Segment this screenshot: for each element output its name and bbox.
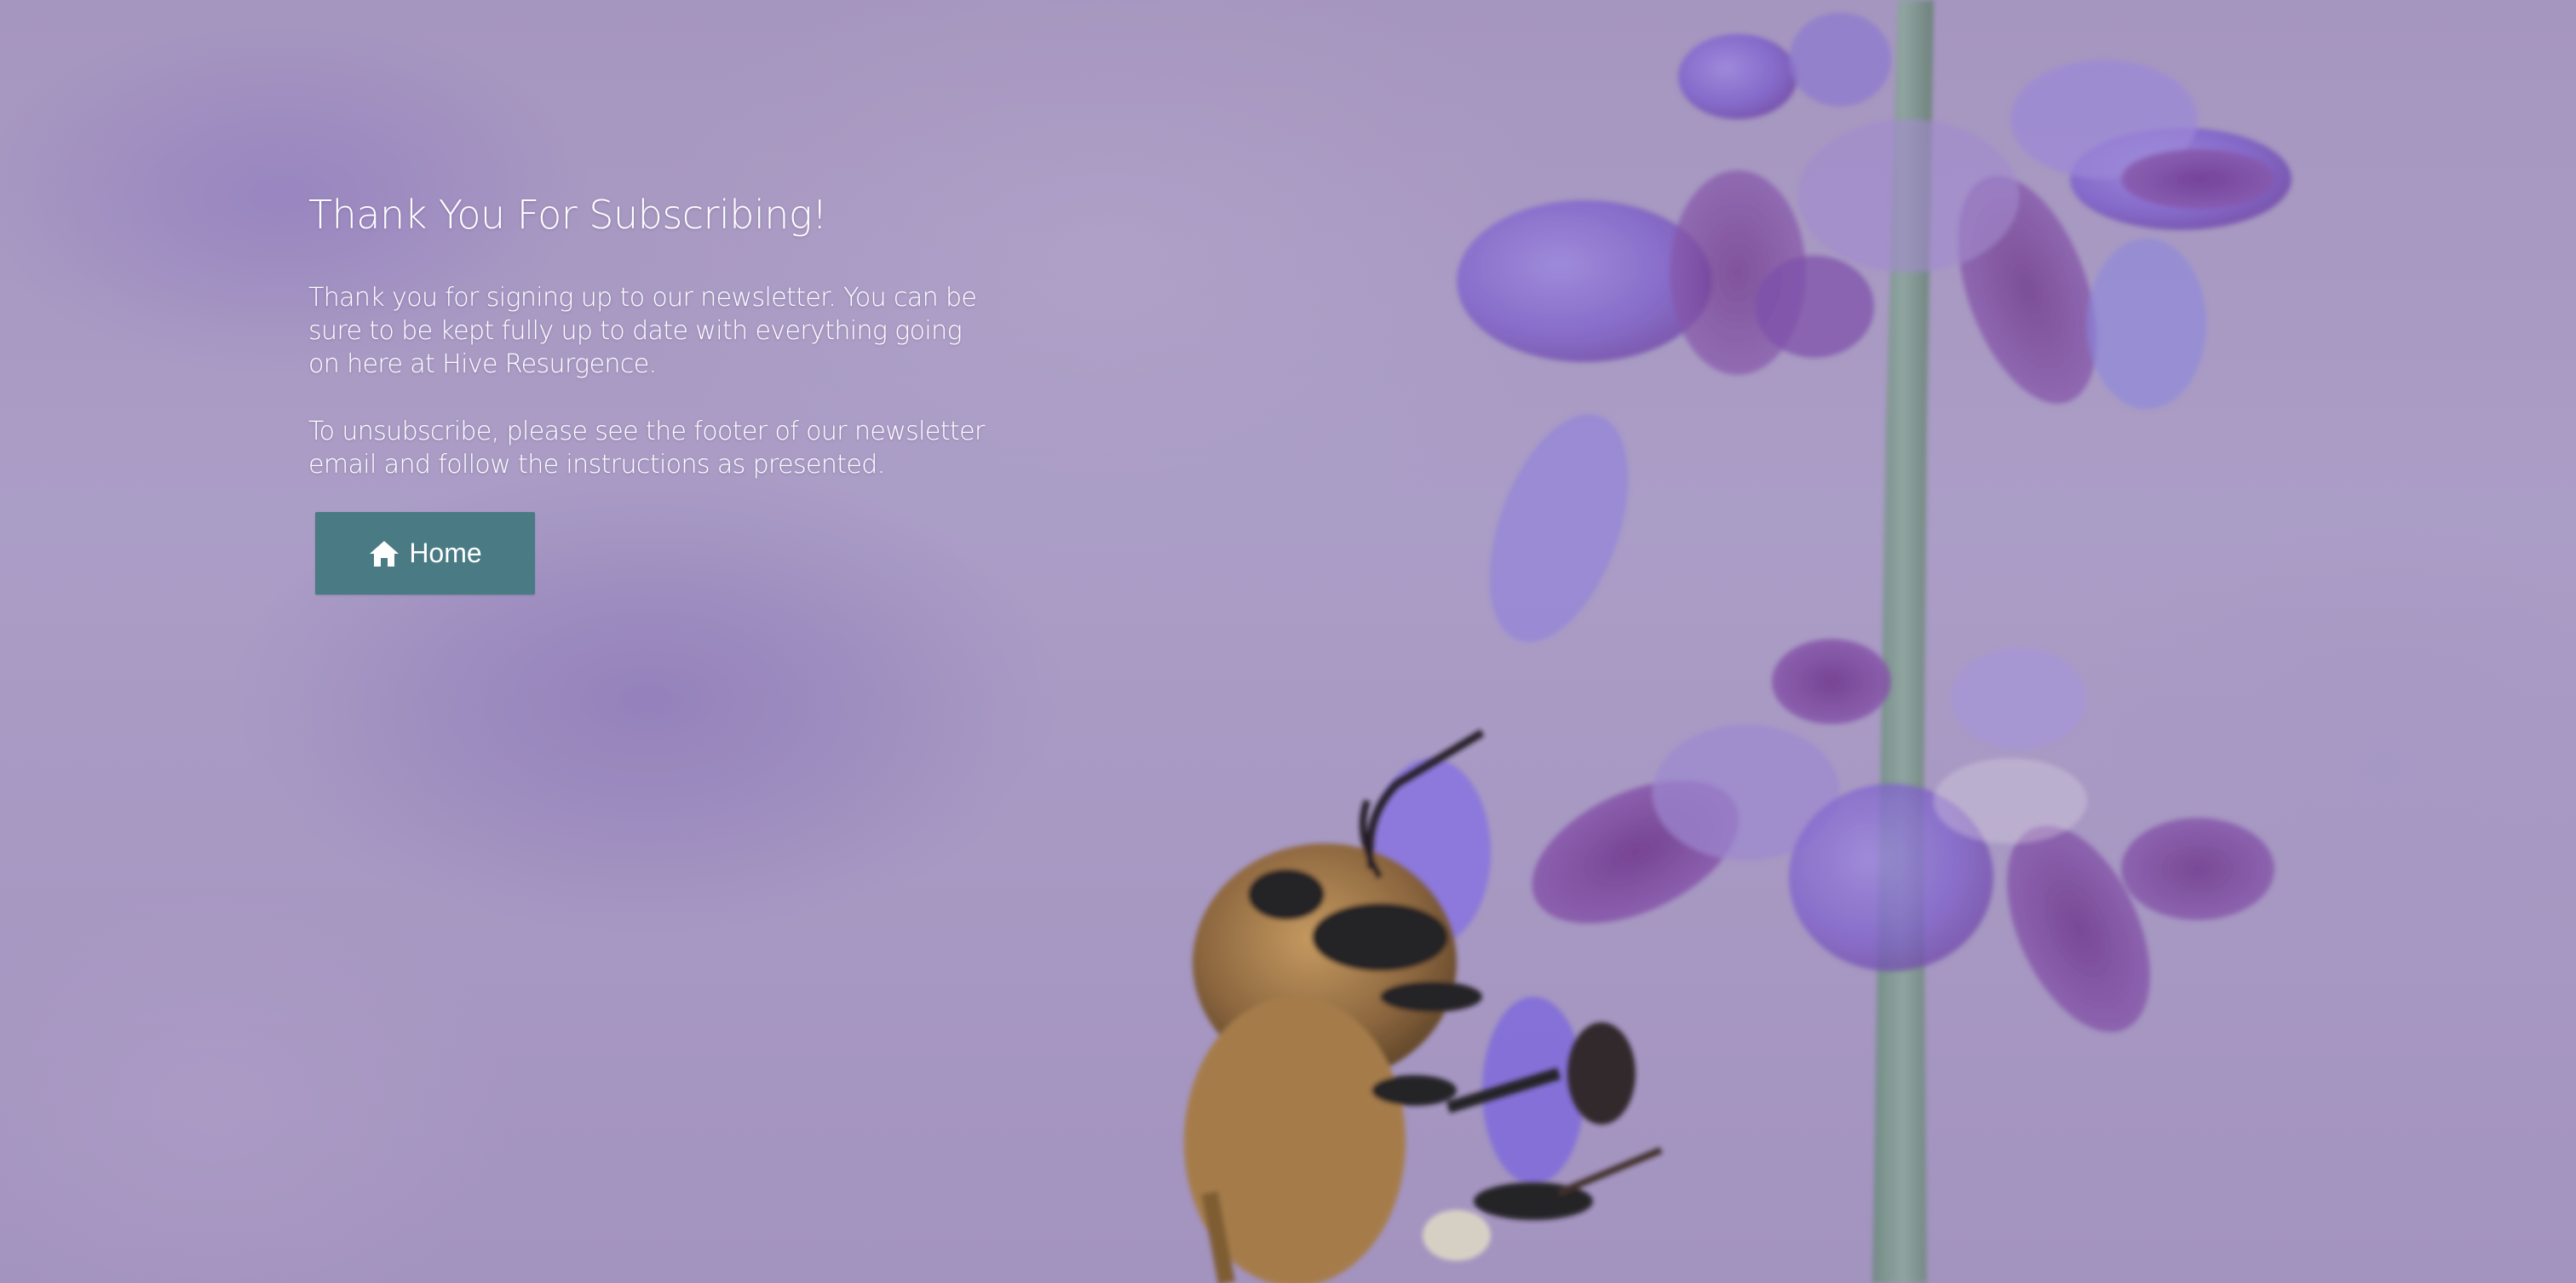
home-button-label: Home xyxy=(409,538,482,568)
page-title: Thank You For Subscribing! xyxy=(308,192,827,238)
unsubscribe-instructions-text: To unsubscribe, please see the footer of… xyxy=(308,417,985,480)
home-icon xyxy=(368,539,400,568)
home-button[interactable]: Home xyxy=(315,512,535,595)
signup-confirmation-text: Thank you for signing up to our newslett… xyxy=(308,283,977,379)
thank-you-content: Thank You For Subscribing! Thank you for… xyxy=(308,186,990,515)
